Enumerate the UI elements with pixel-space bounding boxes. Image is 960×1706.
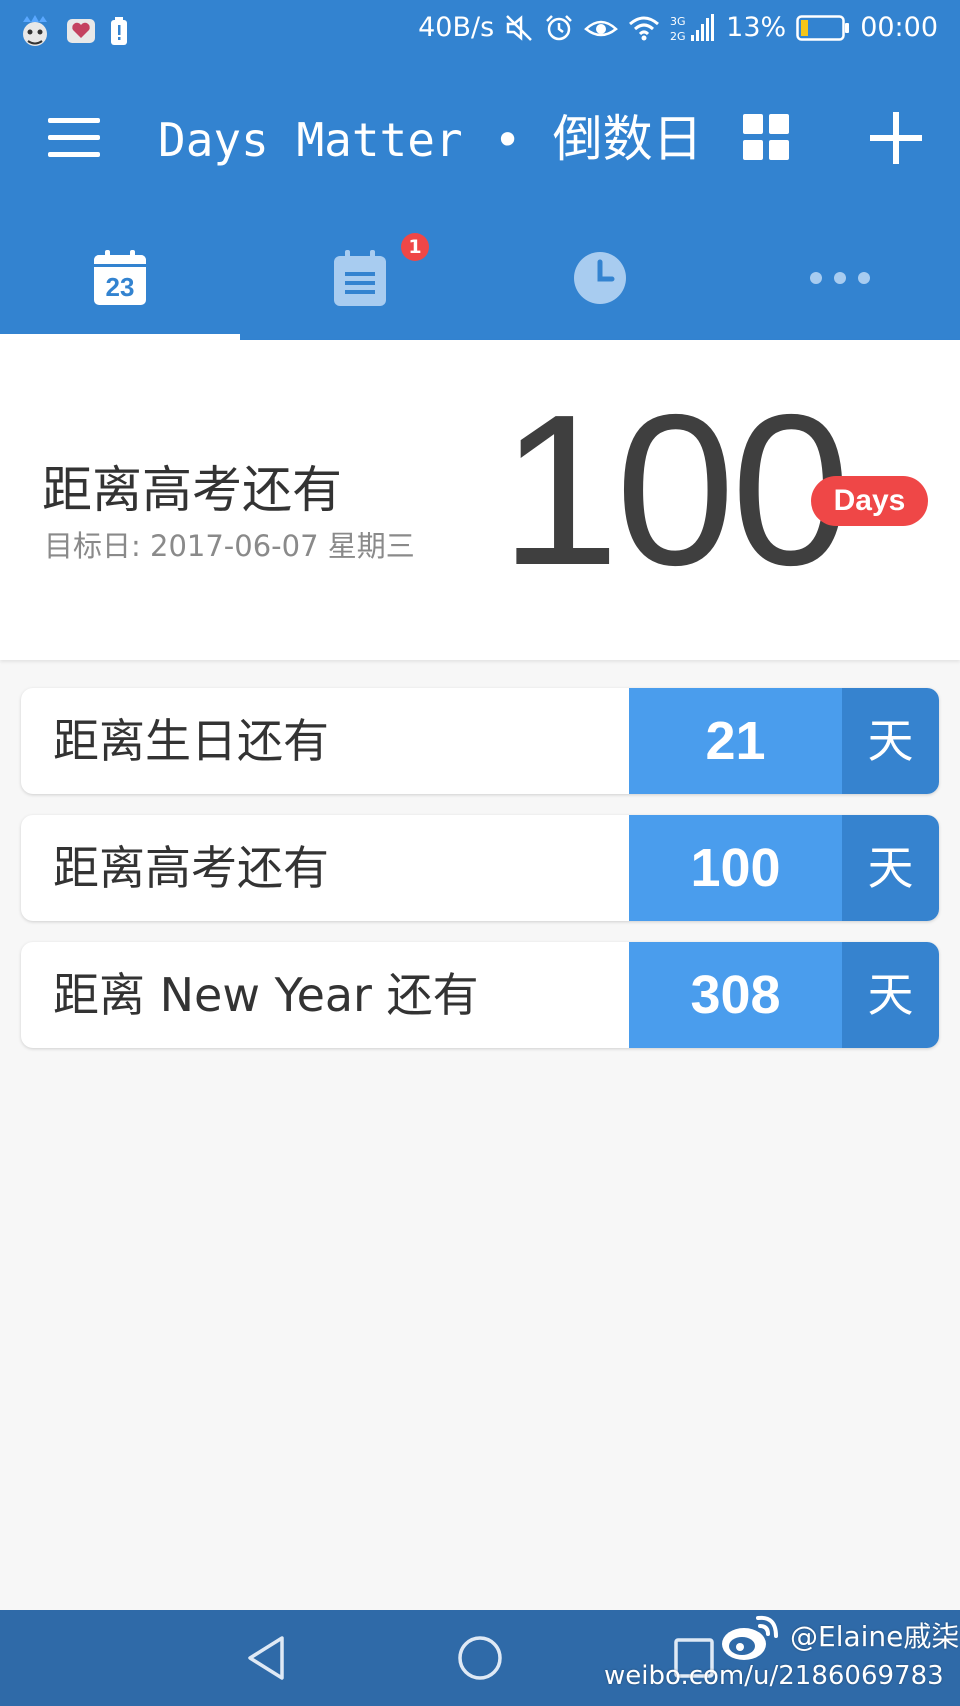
app-title-en: Days Matter — [158, 113, 463, 167]
svg-text:2G: 2G — [670, 30, 686, 43]
alarm-icon — [544, 13, 574, 43]
mute-icon — [504, 13, 534, 43]
featured-event-target-date: 目标日: 2017-06-07 星期三 — [44, 529, 415, 563]
calendar-day-icon: 23 — [94, 250, 146, 305]
eye-icon — [584, 13, 619, 43]
home-button[interactable] — [452, 1630, 508, 1686]
status-bar: 40B/s 3G 2G 13% 00:00 — [0, 0, 960, 66]
home-icon — [458, 1636, 502, 1680]
notification-badge: 1 — [401, 233, 429, 261]
list-item[interactable]: 距离生日还有 21 天 — [21, 688, 939, 794]
event-title: 距离高考还有 — [53, 841, 329, 895]
event-list: 距离生日还有 21 天 距离高考还有 100 天 距离 New Year 还有 … — [21, 688, 939, 1069]
clock-icon — [574, 252, 626, 304]
toolbar: Days Matter • 倒数日 — [0, 66, 960, 216]
featured-event-title: 距离高考还有 — [42, 461, 342, 519]
more-icon — [810, 272, 870, 284]
event-days-unit: 天 — [842, 688, 939, 794]
event-days-count: 21 — [629, 688, 842, 794]
tab-bar: 23 — [0, 216, 960, 340]
network-speed: 40B/s — [418, 12, 495, 43]
add-button[interactable] — [868, 110, 924, 166]
event-title: 距离 New Year 还有 — [53, 968, 479, 1022]
app-bar: 40B/s 3G 2G 13% 00:00 Days Matter • 倒数日 … — [0, 0, 960, 340]
event-days-unit: 天 — [842, 942, 939, 1048]
back-button[interactable] — [238, 1630, 294, 1686]
notification-app-icon — [18, 14, 52, 48]
title-separator: • — [493, 113, 522, 167]
grid-view-button[interactable] — [743, 114, 791, 162]
back-icon — [248, 1636, 284, 1680]
watermark-username: @Elaine戚柒 — [790, 1620, 960, 1653]
svg-text:3G: 3G — [670, 15, 686, 28]
featured-countdown-card[interactable]: 距离高考还有 目标日: 2017-06-07 星期三 100 Days — [0, 340, 960, 660]
tab-more[interactable] — [720, 216, 960, 340]
tab-notes[interactable] — [240, 216, 480, 340]
featured-days-count: 100 — [500, 369, 851, 610]
event-days-count: 308 — [629, 942, 842, 1048]
menu-icon — [48, 118, 100, 123]
tab-history[interactable] — [480, 216, 720, 340]
days-badge: Days — [811, 476, 928, 526]
clock: 00:00 — [860, 12, 938, 43]
battery-percent: 13% — [726, 12, 787, 43]
battery-alert-icon — [110, 16, 128, 46]
menu-icon-bar — [48, 135, 100, 140]
menu-button[interactable] — [48, 118, 100, 158]
calendar-day-number: 23 — [106, 272, 135, 302]
heart-app-icon — [66, 16, 96, 46]
weibo-logo-icon — [722, 1615, 778, 1660]
battery-icon — [796, 14, 850, 41]
app-title: Days Matter • 倒数日 — [158, 104, 703, 174]
tab-days[interactable]: 23 — [0, 216, 240, 340]
wifi-icon — [628, 14, 660, 42]
cell-signal-icon: 3G 2G — [670, 13, 716, 43]
event-title: 距离生日还有 — [53, 714, 329, 768]
list-item[interactable]: 距离高考还有 100 天 — [21, 815, 939, 921]
notepad-icon — [334, 250, 386, 306]
list-item[interactable]: 距离 New Year 还有 308 天 — [21, 942, 939, 1048]
menu-icon-bar — [48, 152, 100, 157]
event-days-count: 100 — [629, 815, 842, 921]
watermark-url: weibo.com/u/2186069783 — [604, 1661, 944, 1691]
event-days-unit: 天 — [842, 815, 939, 921]
app-title-cn: 倒数日 — [552, 110, 703, 168]
